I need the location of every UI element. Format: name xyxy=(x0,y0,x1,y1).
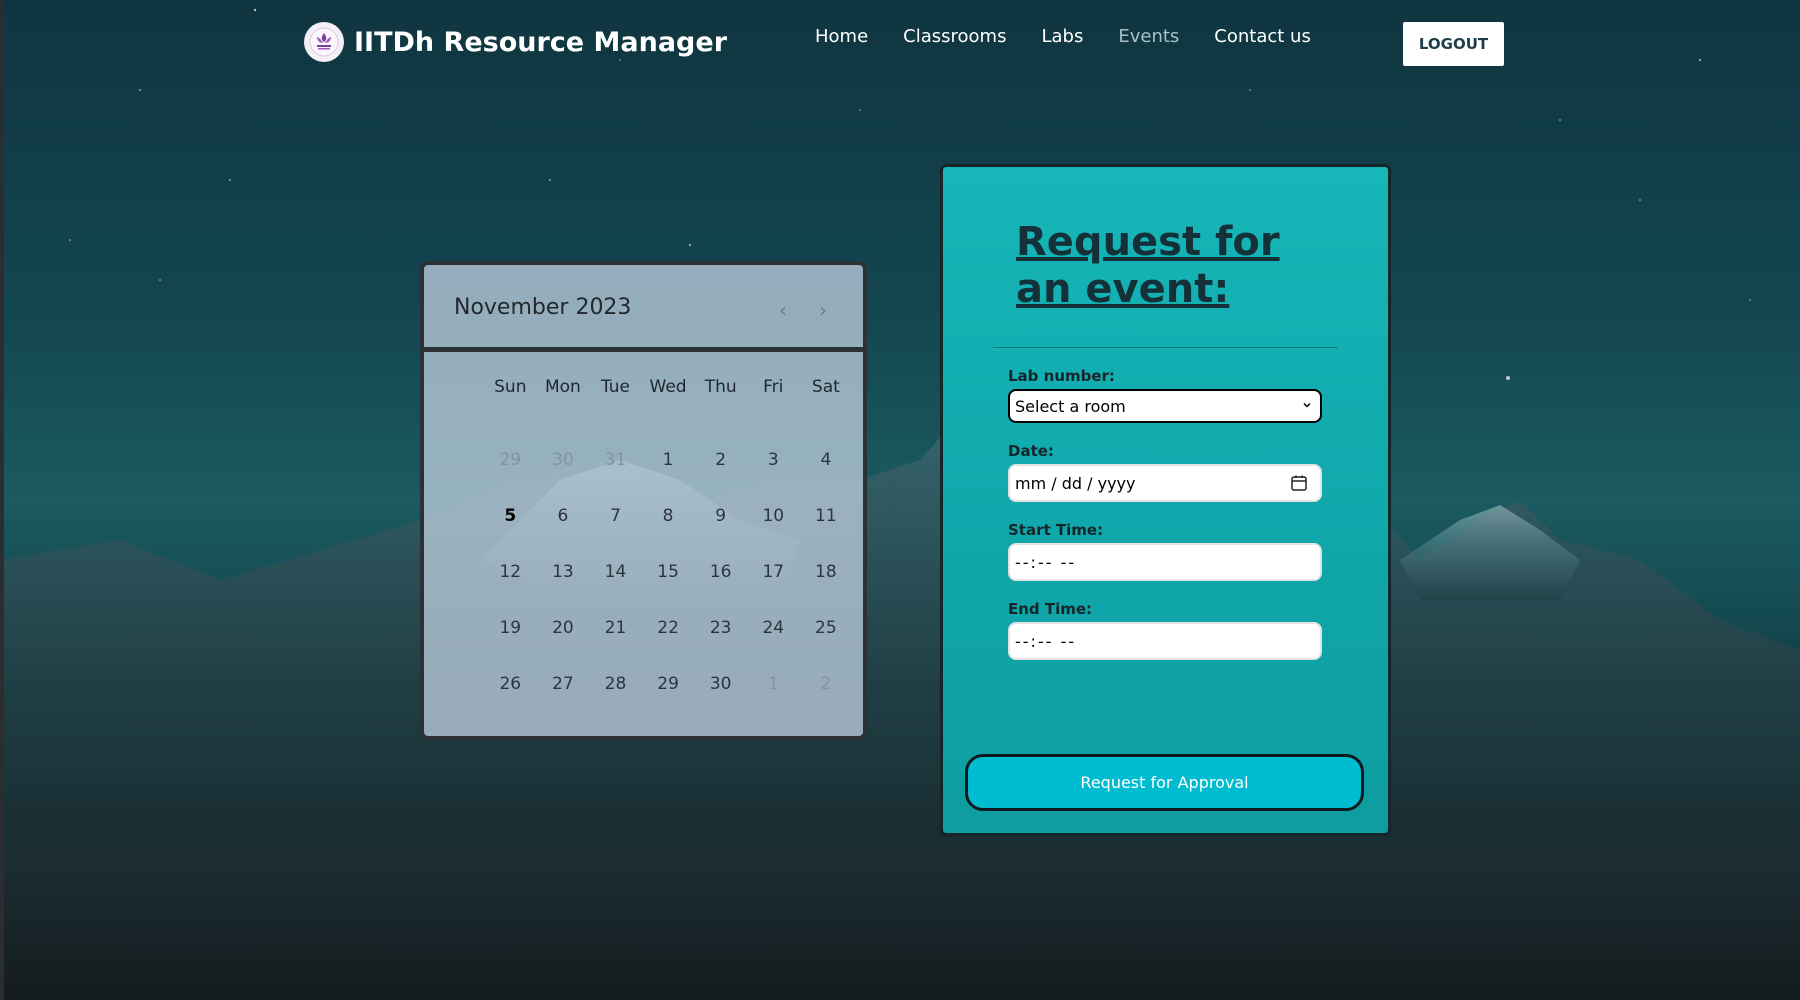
lab-number-select[interactable]: Select a room xyxy=(1008,389,1322,423)
chevron-left-icon[interactable]: ‹ xyxy=(779,298,787,322)
nav-home[interactable]: Home xyxy=(815,26,868,47)
date-input[interactable]: mm / dd / yyyy xyxy=(1008,464,1322,502)
start-time-placeholder: --:-- -- xyxy=(1015,552,1077,572)
logo-icon xyxy=(304,22,344,62)
logout-button[interactable]: LOGOUT xyxy=(1403,22,1504,66)
app-title: IITDh Resource Manager xyxy=(354,26,728,58)
chevron-right-icon[interactable]: › xyxy=(819,298,827,322)
start-time-input[interactable]: --:-- -- xyxy=(1008,543,1322,581)
event-request-form: Request for an event: Lab number: Select… xyxy=(940,164,1391,836)
weekday-label: Mon xyxy=(544,377,581,397)
calendar-day[interactable]: 1 xyxy=(747,674,800,730)
calendar-week: 19 20 21 22 23 24 25 xyxy=(484,618,852,674)
chevron-down-icon xyxy=(1303,402,1311,408)
calendar-day[interactable]: 28 xyxy=(589,674,642,730)
lab-number-label: Lab number: xyxy=(1008,367,1115,385)
calendar-day[interactable]: 19 xyxy=(484,618,537,674)
calendar-day[interactable]: 4 xyxy=(800,450,853,506)
nav-events[interactable]: Events xyxy=(1118,26,1179,47)
calendar-day[interactable]: 11 xyxy=(800,506,853,562)
weekday-label: Sat xyxy=(811,377,840,397)
calendar-day[interactable]: 14 xyxy=(589,562,642,618)
calendar-week: 12 13 14 15 16 17 18 xyxy=(484,562,852,618)
date-label: Date: xyxy=(1008,442,1054,460)
calendar-icon[interactable] xyxy=(1290,474,1308,492)
nav-contact-us[interactable]: Contact us xyxy=(1214,26,1311,47)
calendar-day[interactable]: 23 xyxy=(694,618,747,674)
end-time-label: End Time: xyxy=(1008,600,1093,618)
calendar-week: 5 6 7 8 9 10 11 xyxy=(484,506,852,562)
calendar-day[interactable]: 7 xyxy=(589,506,642,562)
calendar-day[interactable]: 22 xyxy=(642,618,695,674)
calendar-day[interactable]: 21 xyxy=(589,618,642,674)
main-nav: Home Classrooms Labs Events Contact us xyxy=(815,26,1311,47)
date-placeholder: mm / dd / yyyy xyxy=(1015,473,1136,493)
calendar-day[interactable]: 13 xyxy=(537,562,590,618)
calendar-day[interactable]: 30 xyxy=(537,450,590,506)
start-time-label: Start Time: xyxy=(1008,521,1104,539)
calendar-day[interactable]: 1 xyxy=(642,450,695,506)
calendar-day[interactable]: 31 xyxy=(589,450,642,506)
calendar-weekdays: Sun Mon Tue Wed Thu Fri Sat xyxy=(484,377,852,397)
calendar-day[interactable]: 8 xyxy=(642,506,695,562)
calendar-day[interactable]: 16 xyxy=(694,562,747,618)
calendar-day[interactable]: 17 xyxy=(747,562,800,618)
calendar-day[interactable]: 18 xyxy=(800,562,853,618)
end-time-input[interactable]: --:-- -- xyxy=(1008,622,1322,660)
calendar-day[interactable]: 29 xyxy=(642,674,695,730)
weekday-label: Thu xyxy=(704,377,737,397)
form-title: Request for an event: xyxy=(1016,219,1280,312)
calendar-day[interactable]: 30 xyxy=(694,674,747,730)
lab-number-value: Select a room xyxy=(1015,396,1126,416)
divider xyxy=(993,347,1338,348)
calendar-week: 29 30 31 1 2 3 4 xyxy=(484,450,852,506)
calendar-day[interactable]: 26 xyxy=(484,674,537,730)
nav-labs[interactable]: Labs xyxy=(1041,26,1083,47)
calendar-day[interactable]: 20 xyxy=(537,618,590,674)
calendar-day[interactable]: 27 xyxy=(537,674,590,730)
calendar-day[interactable]: 29 xyxy=(484,450,537,506)
background-image xyxy=(0,0,1800,1000)
mountain-landscape xyxy=(0,8,1800,1000)
calendar-day[interactable]: 12 xyxy=(484,562,537,618)
calendar-day[interactable]: 6 xyxy=(537,506,590,562)
calendar-month-label: November 2023 xyxy=(454,295,632,320)
weekday-label: Wed xyxy=(649,377,687,397)
weekday-label: Sun xyxy=(494,377,527,397)
calendar-day[interactable]: 2 xyxy=(800,674,853,730)
calendar-week: 26 27 28 29 30 1 2 xyxy=(484,674,852,730)
calendar-day[interactable]: 25 xyxy=(800,618,853,674)
weekday-label: Fri xyxy=(763,377,784,397)
calendar-day[interactable]: 10 xyxy=(747,506,800,562)
calendar-day[interactable]: 9 xyxy=(694,506,747,562)
calendar-header: November 2023 ‹ › xyxy=(424,265,863,352)
end-time-placeholder: --:-- -- xyxy=(1015,631,1077,651)
calendar-day[interactable]: 15 xyxy=(642,562,695,618)
calendar-day[interactable]: 24 xyxy=(747,618,800,674)
request-approval-button[interactable]: Request for Approval xyxy=(965,754,1364,811)
brand[interactable]: IITDh Resource Manager xyxy=(304,22,727,62)
calendar-day-today[interactable]: 5 xyxy=(484,506,537,562)
calendar-widget: November 2023 ‹ › Sun Mon Tue Wed Thu Fr… xyxy=(420,261,867,740)
calendar-day[interactable]: 2 xyxy=(694,450,747,506)
nav-classrooms[interactable]: Classrooms xyxy=(903,26,1006,47)
calendar-day[interactable]: 3 xyxy=(747,450,800,506)
calendar-days-grid: 29 30 31 1 2 3 4 5 6 7 8 9 10 11 12 13 1… xyxy=(484,450,852,730)
weekday-label: Tue xyxy=(600,377,630,397)
window-edge xyxy=(0,0,4,1000)
